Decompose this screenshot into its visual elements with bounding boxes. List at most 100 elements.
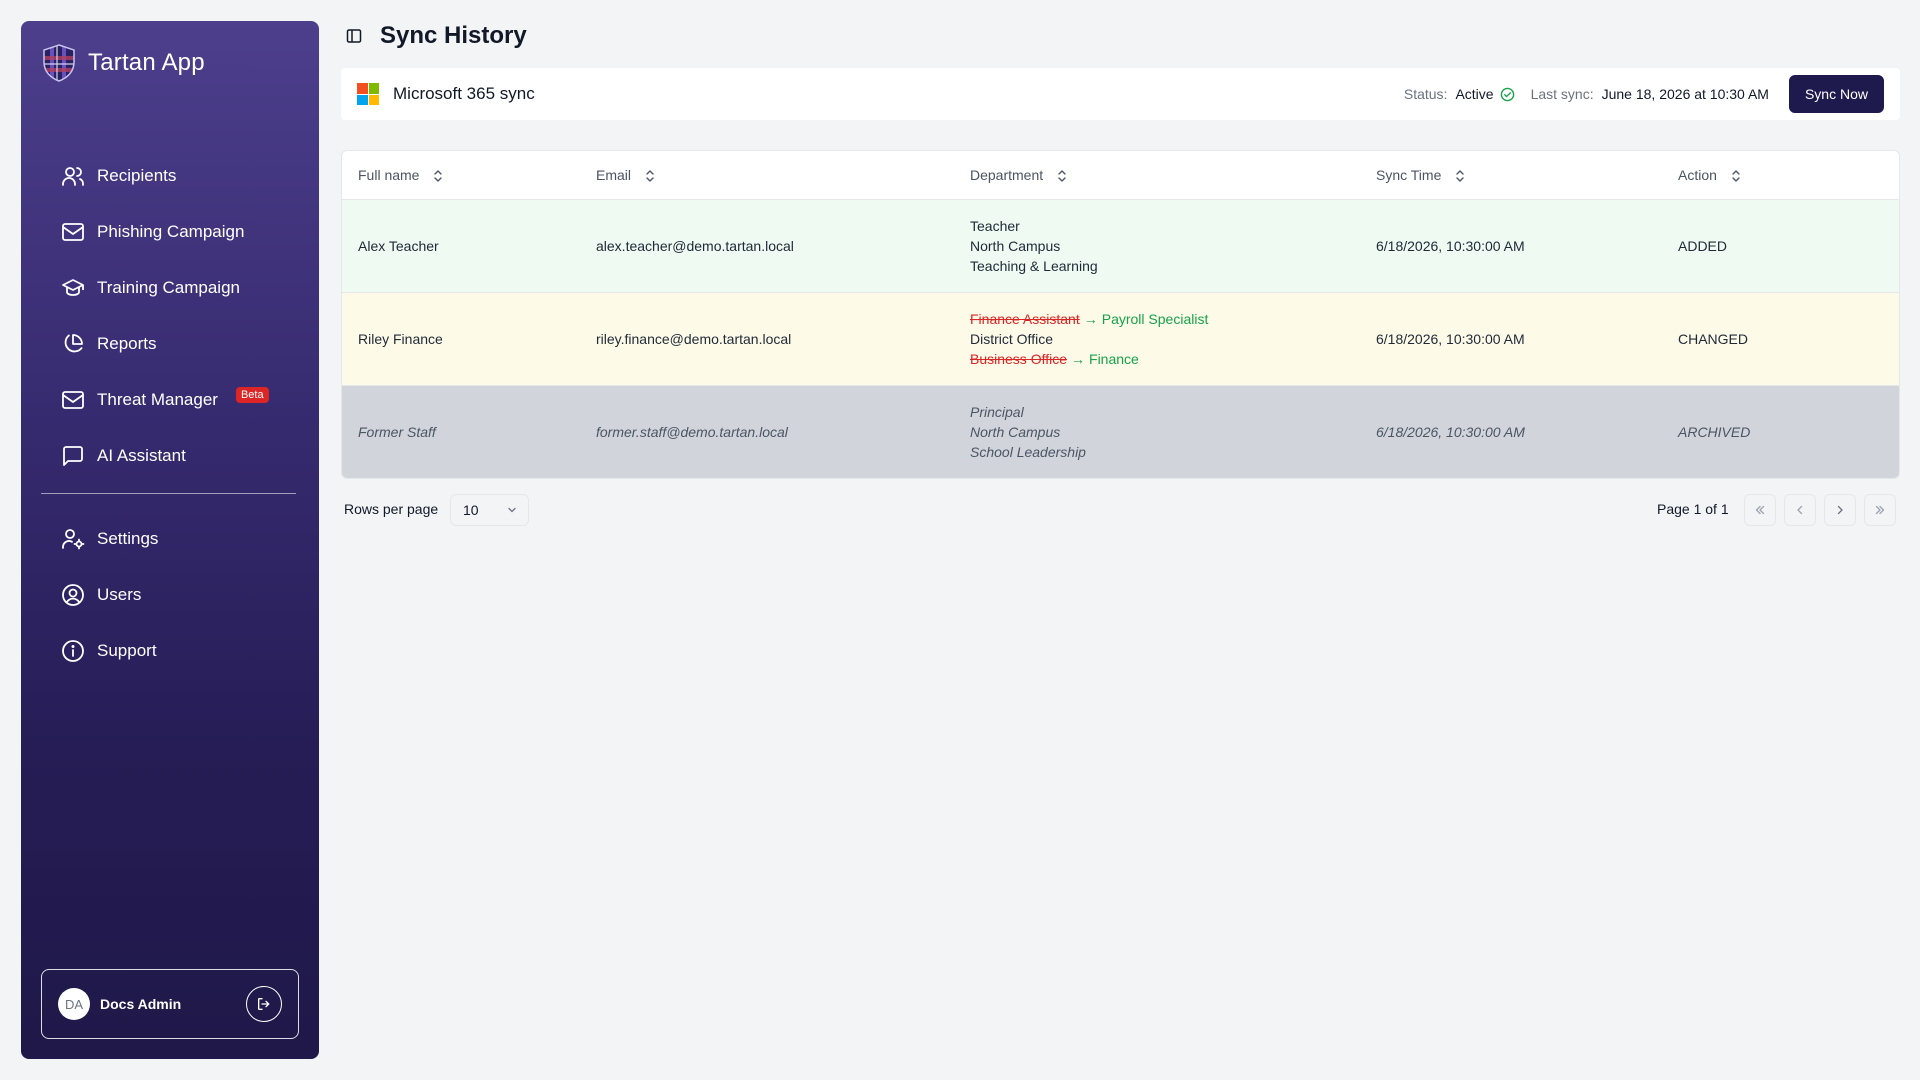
main-nav: Recipients Phishing Campaign Training Ca… [41,148,299,484]
sidebar-item-threat-manager[interactable]: Threat Manager Beta [41,372,299,428]
status-value: Active [1455,86,1494,102]
users-icon [62,167,84,186]
sort-icon [646,170,654,182]
sort-icon [434,170,443,182]
user-card: DA Docs Admin [41,969,299,1039]
sidebar-toggle-icon[interactable] [346,28,362,44]
chevron-left-icon [1797,505,1803,515]
status-label: Status: [1403,86,1448,102]
cell-action: CHANGED [1662,292,1899,386]
column-header-label: Full name [358,166,420,183]
cell-sync-time: 6/18/2026, 10:30:00 AM [1360,292,1662,386]
sidebar-item-label: Users [97,585,142,604]
sidebar-item-label: Support [97,641,157,660]
avatar: DA [58,988,90,1020]
logout-icon [258,998,270,1010]
cell-email: former.staff@demo.tartan.local [580,385,954,478]
sidebar-item-training-campaign[interactable]: Training Campaign [41,260,299,316]
previous-page-button[interactable] [1784,494,1816,526]
table-row[interactable]: Former Staff former.staff@demo.tartan.lo… [342,385,1899,478]
column-header-action[interactable]: Action [1662,151,1899,200]
old-value: Finance Assistant [970,310,1080,327]
department-title: Teacher [970,217,1020,234]
page-indicator: Page 1 of 1 [1657,501,1729,517]
brand[interactable]: Tartan App [42,41,205,85]
sort-icon [1732,170,1740,182]
department-campus: District Office [970,330,1053,347]
column-header-email[interactable]: Email [580,151,954,200]
message-square-icon [63,446,83,466]
pie-chart-icon [64,334,83,353]
beta-badge: Beta [235,387,269,403]
sidebar-divider [41,493,296,494]
chevron-right-icon [1837,505,1843,515]
first-page-button[interactable] [1744,494,1776,526]
sidebar-item-label: Reports [97,334,157,353]
sidebar-item-settings[interactable]: Settings [41,511,299,567]
column-header-sync-time[interactable]: Sync Time [1360,151,1662,200]
sidebar-item-reports[interactable]: Reports [41,316,299,372]
next-page-button[interactable] [1824,494,1856,526]
sidebar-item-label: AI Assistant [97,446,186,465]
column-header-label: Email [596,166,632,183]
sidebar-item-label: Threat Manager [97,390,218,409]
user-circle-icon [62,584,84,606]
sync-name: Microsoft 365 sync [393,84,535,103]
column-header-label: Sync Time [1376,166,1442,183]
column-header-label: Action [1678,166,1717,183]
sidebar-item-label: Training Campaign [97,278,240,297]
sync-history-table: Full name Email Department Sync Time Act… [341,150,1900,479]
sidebar-item-recipients[interactable]: Recipients [41,148,299,204]
department-campus: North Campus [970,423,1061,440]
logout-button[interactable] [246,986,282,1022]
sidebar-item-users[interactable]: Users [41,567,299,623]
sidebar-item-phishing-campaign[interactable]: Phishing Campaign [41,204,299,260]
secondary-nav: Settings Users Support [41,511,299,679]
cell-department: Principal North Campus School Leadership [954,385,1360,478]
chevrons-right-icon [1875,505,1885,515]
department-group: School Leadership [970,443,1086,460]
sidebar-item-label: Phishing Campaign [97,222,245,241]
department-group-change: Business Office → Finance [970,349,1360,369]
department-title: Principal [970,403,1024,420]
arrow-right-icon: → [1083,310,1098,327]
cell-full-name: Riley Finance [342,292,580,386]
sort-icon [1456,170,1465,182]
mail-icon [62,223,84,241]
chevrons-left-icon [1755,505,1765,515]
cell-sync-time: 6/18/2026, 10:30:00 AM [1360,199,1662,293]
sync-now-button[interactable]: Sync Now [1788,75,1884,113]
microsoft-logo-icon [357,83,379,105]
mail-icon [62,391,84,409]
app-title: Tartan App [88,49,205,76]
last-page-button[interactable] [1864,494,1896,526]
last-sync-label: Last sync: [1530,86,1594,102]
sidebar-item-support[interactable]: Support [41,623,299,679]
sort-icon [1058,170,1066,182]
tartan-shield-logo-icon [43,44,75,82]
table-row[interactable]: Riley Finance riley.finance@demo.tartan.… [342,292,1899,386]
department-title-change: Finance Assistant → Payroll Specialist [970,309,1360,329]
new-value: Finance [1089,350,1139,367]
check-circle-icon [1500,87,1514,101]
sync-status-bar: Microsoft 365 sync Status: Active Last s… [341,68,1900,120]
old-value: Business Office [970,350,1068,367]
cell-action: ARCHIVED [1662,385,1899,478]
column-header-department[interactable]: Department [954,151,1360,200]
arrow-right-icon: → [1071,350,1086,367]
department-group: Teaching & Learning [970,257,1098,274]
column-header-full-name[interactable]: Full name [342,151,580,200]
cell-full-name: Alex Teacher [342,199,580,293]
info-icon [62,640,84,662]
chevron-down-icon [508,507,516,513]
cell-department: Teacher North Campus Teaching & Learning [954,199,1360,293]
cell-sync-time: 6/18/2026, 10:30:00 AM [1360,385,1662,478]
cell-department: Finance Assistant → Payroll Specialist Dis… [954,292,1360,386]
table-row[interactable]: Alex Teacher alex.teacher@demo.tartan.lo… [342,199,1899,293]
user-cog-icon [62,529,85,550]
column-header-label: Department [970,166,1044,183]
new-value: Payroll Specialist [1101,310,1209,327]
rows-per-page-select[interactable]: 10 [450,494,529,526]
rows-per-page-value: 10 [463,502,479,518]
sidebar-item-ai-assistant[interactable]: AI Assistant [41,428,299,484]
